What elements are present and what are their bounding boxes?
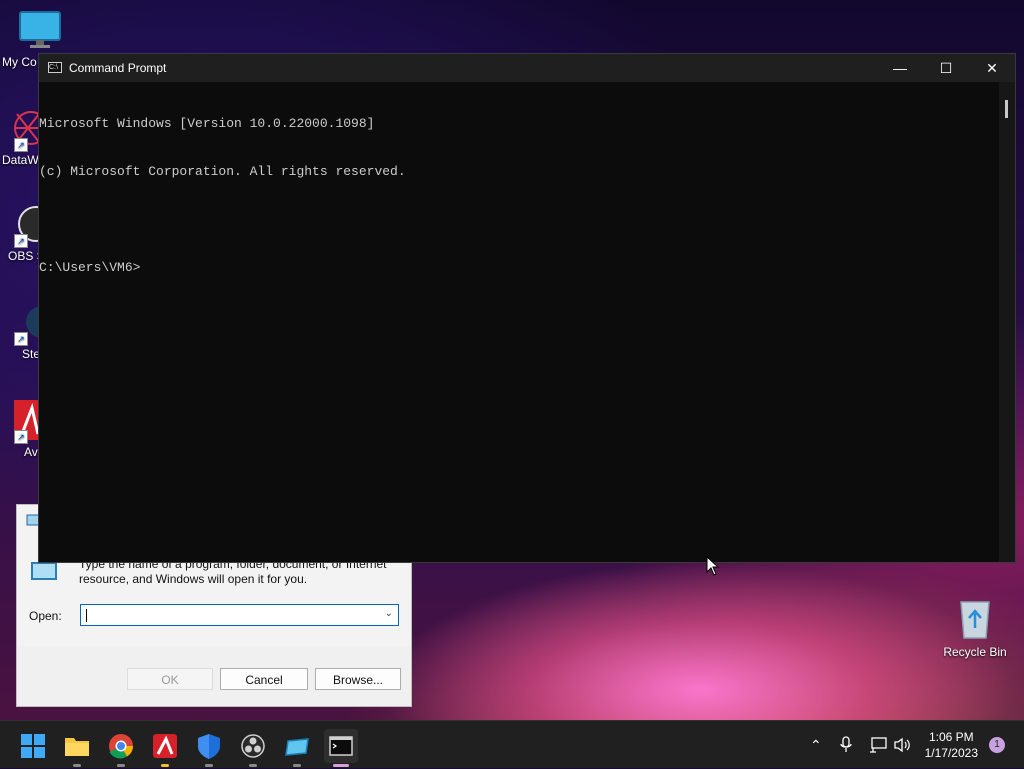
folder-icon xyxy=(65,738,89,756)
running-indicator xyxy=(333,764,349,767)
command-prompt-window[interactable]: C:\ Command Prompt — ☐ ✕ Microsoft Windo… xyxy=(38,53,1016,563)
browse-button[interactable]: Browse... xyxy=(315,668,401,690)
window-title: Command Prompt xyxy=(69,61,167,75)
recycle-bin-icon xyxy=(960,601,990,639)
taskbar-chrome[interactable] xyxy=(104,729,138,767)
vertical-scrollbar[interactable] xyxy=(999,82,1015,562)
obs-icon xyxy=(241,734,265,758)
clock[interactable]: 1:06 PM 1/17/2023 xyxy=(925,729,978,761)
chevron-down-icon[interactable]: ⌄ xyxy=(385,608,393,619)
running-indicator xyxy=(73,764,81,767)
run-dialog-footer: OK Cancel Browse... xyxy=(17,646,411,706)
desktop-icon-label: OBS S xyxy=(8,249,45,263)
scrollbar-thumb[interactable] xyxy=(1005,100,1008,118)
close-button[interactable]: ✕ xyxy=(969,54,1015,82)
mouse-pointer-icon xyxy=(706,556,720,576)
ok-button[interactable]: OK xyxy=(127,668,213,690)
taskbar: ⌃ 1:06 PM 1/17/2023 1 xyxy=(0,720,1024,768)
text-caret xyxy=(86,609,87,622)
open-input[interactable]: ⌄ xyxy=(80,604,399,626)
run-icon xyxy=(31,562,57,580)
taskbar-avira[interactable] xyxy=(148,729,182,767)
recycle-bin-label: Recycle Bin xyxy=(943,645,1007,659)
open-label: Open: xyxy=(29,609,62,623)
shortcut-arrow-icon: ↗ xyxy=(14,430,28,444)
clock-date: 1/17/2023 xyxy=(924,746,978,760)
taskbar-command-prompt[interactable] xyxy=(324,729,358,767)
cmd-app-icon: C:\ xyxy=(48,62,62,73)
console-output[interactable]: Microsoft Windows [Version 10.0.22000.10… xyxy=(39,84,999,562)
cancel-button[interactable]: Cancel xyxy=(220,668,308,690)
microphone-icon[interactable] xyxy=(839,736,853,754)
windows-icon xyxy=(21,734,45,758)
desktop-icon-obs[interactable]: ↗ OBS S xyxy=(8,204,54,263)
taskbar-obs[interactable] xyxy=(236,729,270,767)
avira-icon xyxy=(153,734,177,758)
chrome-icon xyxy=(109,734,133,759)
maximize-button[interactable]: ☐ xyxy=(923,54,969,82)
console-line: Microsoft Windows [Version 10.0.22000.10… xyxy=(39,116,375,131)
minimize-button[interactable]: — xyxy=(877,54,923,82)
running-indicator xyxy=(249,764,257,767)
monitor-icon xyxy=(18,11,61,48)
taskbar-defender[interactable] xyxy=(192,729,226,767)
desktop-icon-datawrangler[interactable]: ↗ DataW xyxy=(2,108,48,167)
show-hidden-icons-button[interactable]: ⌃ xyxy=(810,721,822,769)
console-prompt: C:\Users\VM6> xyxy=(39,260,141,275)
taskbar-app[interactable] xyxy=(280,729,314,767)
app-icon xyxy=(285,738,309,756)
notification-badge[interactable]: 1 xyxy=(989,737,1005,753)
desktop-icon-label: DataW xyxy=(2,153,39,167)
shield-icon xyxy=(198,734,220,759)
running-indicator xyxy=(161,764,169,767)
running-indicator xyxy=(117,764,125,767)
running-indicator xyxy=(293,764,301,767)
taskbar-file-explorer[interactable] xyxy=(60,729,94,767)
network-icon[interactable] xyxy=(869,737,887,753)
terminal-icon xyxy=(329,736,353,756)
desktop-icon-label: Av xyxy=(24,445,38,459)
shortcut-arrow-icon: ↗ xyxy=(14,234,28,248)
desktop-icon-avira[interactable]: ↗ Av xyxy=(14,400,40,459)
start-button[interactable] xyxy=(16,729,50,763)
running-indicator xyxy=(205,764,213,767)
desktop-icon-recycle-bin[interactable]: Recycle Bin xyxy=(940,596,1010,659)
console-line: (c) Microsoft Corporation. All rights re… xyxy=(39,164,406,179)
shortcut-arrow-icon: ↗ xyxy=(14,138,28,152)
volume-icon[interactable] xyxy=(893,737,911,753)
title-bar[interactable]: C:\ Command Prompt — ☐ ✕ xyxy=(39,54,1015,82)
shortcut-arrow-icon: ↗ xyxy=(14,332,28,346)
clock-time: 1:06 PM xyxy=(928,730,974,744)
